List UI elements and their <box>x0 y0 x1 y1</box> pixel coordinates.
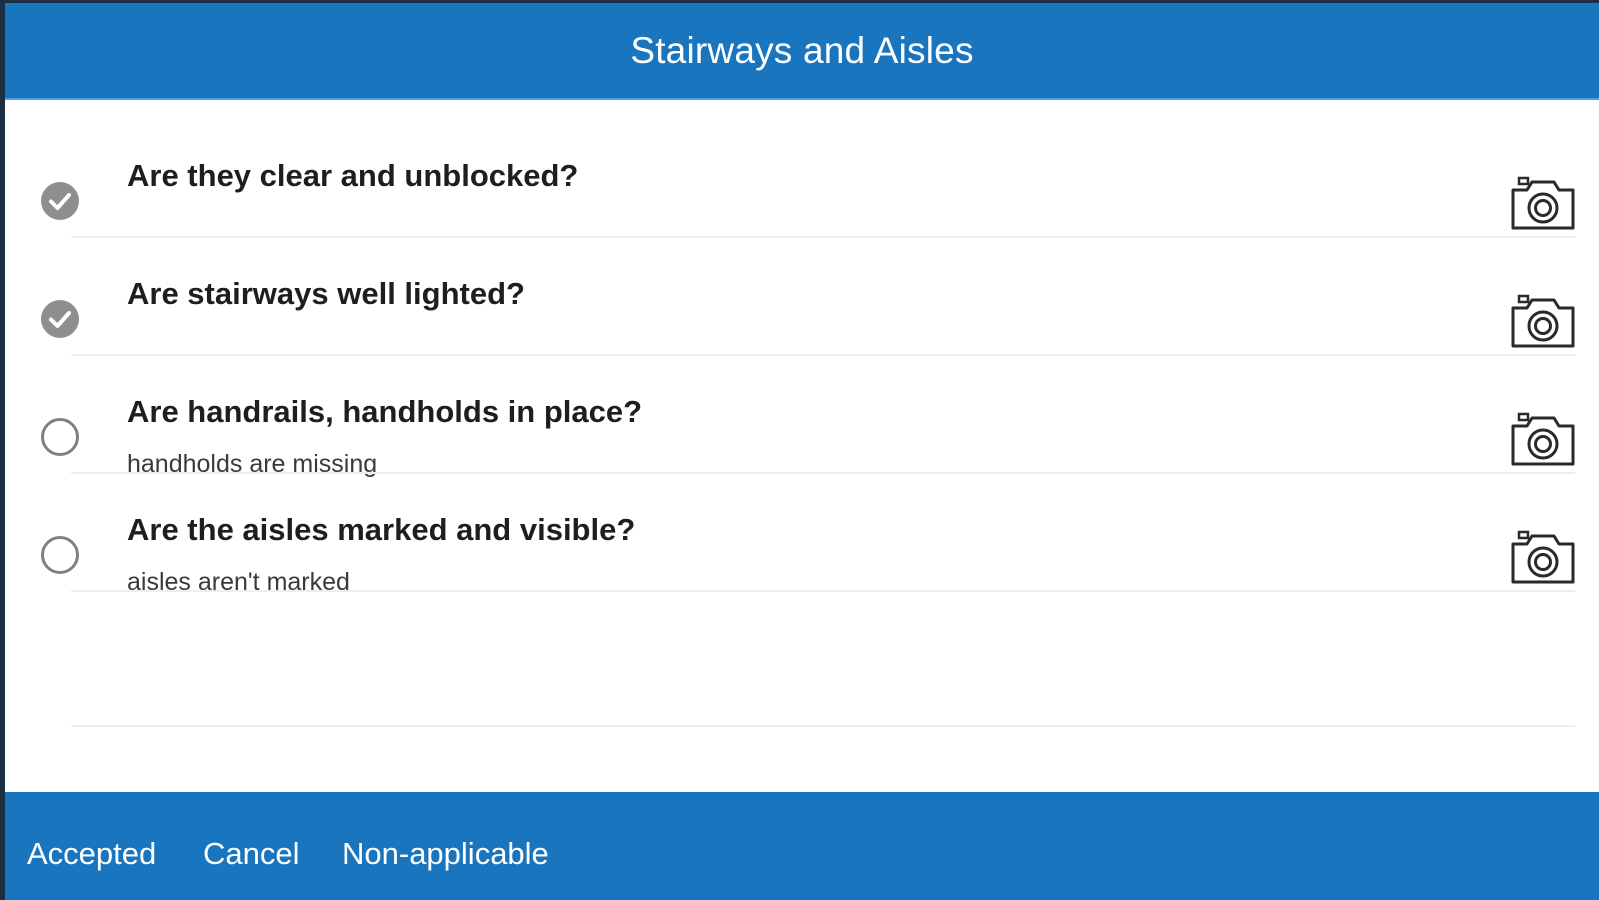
checklist-item[interactable]: Are handrails, handholds in place? handh… <box>5 356 1599 478</box>
empty-circle-icon[interactable] <box>41 418 79 456</box>
question-title: Are stairways well lighted? <box>127 276 525 311</box>
camera-icon[interactable] <box>1509 292 1577 350</box>
checklist-item[interactable]: Are the aisles marked and visible? aisle… <box>5 474 1599 596</box>
question-title: Are the aisles marked and visible? <box>127 512 636 547</box>
checklist-item[interactable]: Are they clear and unblocked? <box>5 120 1599 238</box>
checklist-item[interactable]: Are stairways well lighted? <box>5 238 1599 356</box>
app-window: Stairways and Aisles Are they clear and … <box>5 3 1599 900</box>
bottom-toolbar: Accepted Cancel Non-applicable <box>5 792 1599 900</box>
non-applicable-button[interactable]: Non-applicable <box>342 836 549 872</box>
accepted-button[interactable]: Accepted <box>27 836 156 872</box>
question-title: Are they clear and unblocked? <box>127 158 579 193</box>
camera-icon[interactable] <box>1509 174 1577 232</box>
nav-header: Stairways and Aisles <box>5 3 1599 100</box>
checkmark-icon[interactable] <box>41 300 79 338</box>
camera-icon[interactable] <box>1509 528 1577 586</box>
page-title: Stairways and Aisles <box>630 29 974 71</box>
empty-circle-icon[interactable] <box>41 536 79 574</box>
checklist: Are they clear and unblocked? Are stairw… <box>5 120 1599 596</box>
list-end-divider <box>71 725 1575 727</box>
checkmark-icon[interactable] <box>41 182 79 220</box>
question-title: Are handrails, handholds in place? <box>127 394 643 429</box>
cancel-button[interactable]: Cancel <box>203 836 300 872</box>
camera-icon[interactable] <box>1509 410 1577 468</box>
question-note: aisles aren't marked <box>127 568 350 596</box>
row-divider <box>71 590 1575 592</box>
